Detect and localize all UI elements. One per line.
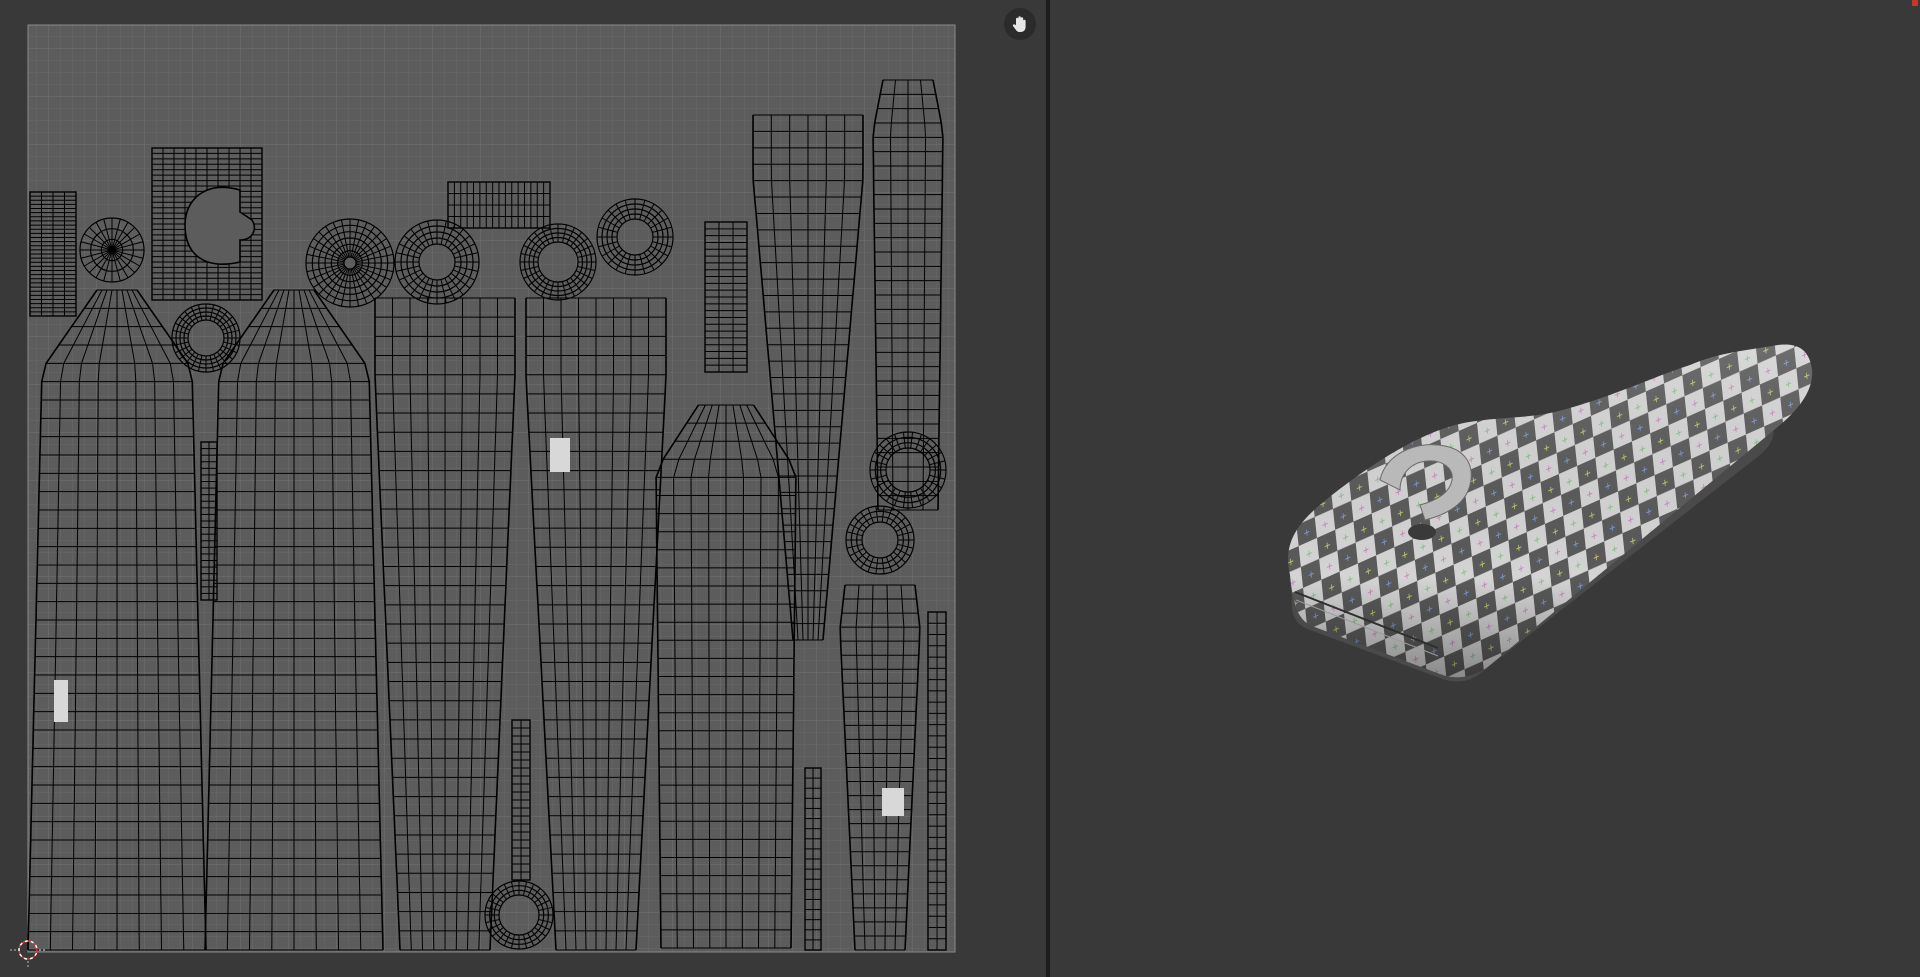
hand-pan-icon[interactable] (1004, 8, 1036, 40)
uv-island-radial-disc-a[interactable] (79, 217, 145, 283)
uv-editor[interactable] (0, 0, 1046, 977)
checker-textured-model[interactable] (1288, 344, 1813, 682)
selected-face[interactable] (54, 680, 68, 722)
viewport-canvas[interactable]: + + + + (1050, 0, 1920, 977)
3d-viewport[interactable]: + + + + (1050, 0, 1920, 977)
selected-face[interactable] (550, 438, 570, 472)
uv-island-strip-e[interactable] (511, 719, 531, 881)
uv-canvas[interactable] (0, 0, 1046, 977)
corner-indicator (1912, 0, 1918, 6)
selected-face[interactable] (882, 788, 904, 816)
